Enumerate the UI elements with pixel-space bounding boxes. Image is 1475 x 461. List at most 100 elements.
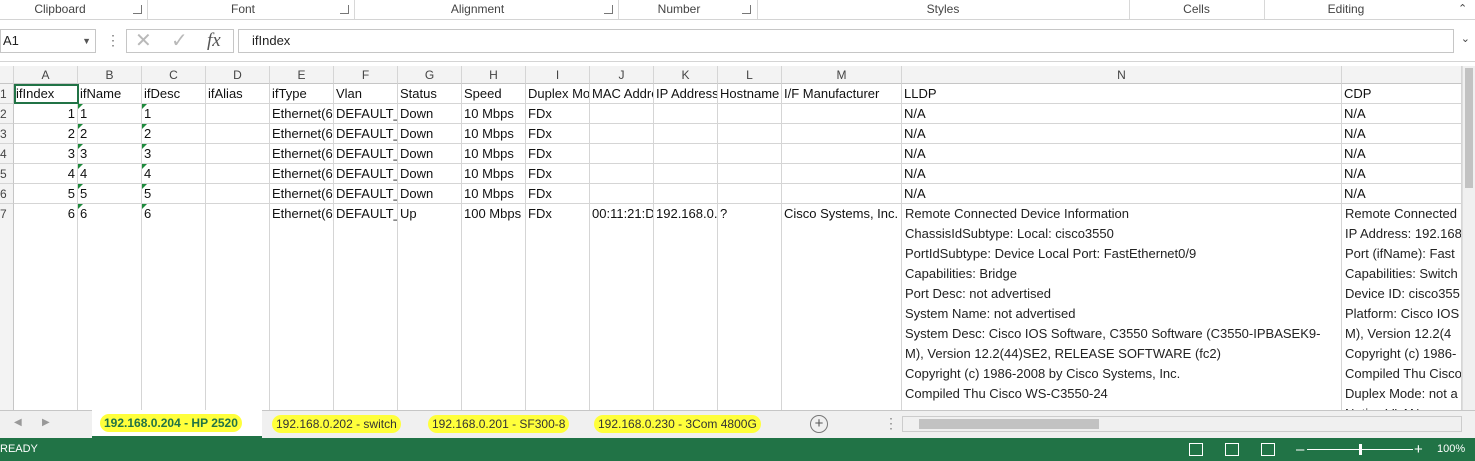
cell[interactable]: ifDesc	[142, 84, 206, 104]
cell[interactable]: Speed	[462, 84, 526, 104]
cell[interactable]: DEFAULT_VLAN	[334, 184, 398, 204]
insert-function-icon[interactable]: fx	[207, 30, 221, 52]
formula-input[interactable]: ifIndex	[238, 29, 1454, 53]
cell[interactable]: IP Address	[654, 84, 718, 104]
cell[interactable]: Ethernet(6)	[270, 104, 334, 124]
sheet-tab-4[interactable]: 192.168.0.230 - 3Com 4800G	[586, 411, 776, 438]
cell[interactable]: Ethernet(6)	[270, 184, 334, 204]
cell[interactable]: 10 Mbps	[462, 164, 526, 184]
cell[interactable]	[718, 104, 782, 124]
cell[interactable]: 6	[14, 204, 78, 410]
cell[interactable]: Down	[398, 124, 462, 144]
cell[interactable]: ifName	[78, 84, 142, 104]
cell[interactable]: DEFAULT_VLAN	[334, 204, 398, 410]
cell[interactable]	[654, 184, 718, 204]
cell[interactable]: N/A	[1342, 164, 1462, 184]
cell[interactable]: 3	[78, 144, 142, 164]
cell[interactable]	[654, 144, 718, 164]
cell[interactable]: Down	[398, 184, 462, 204]
tab-split-handle-icon[interactable]: ⋮	[884, 415, 898, 432]
cell[interactable]: Down	[398, 104, 462, 124]
row-header[interactable]: 2	[0, 104, 14, 124]
column-header-h[interactable]: H	[462, 66, 526, 84]
cell[interactable]	[654, 164, 718, 184]
cell[interactable]: DEFAULT_VLAN	[334, 124, 398, 144]
row-header[interactable]: 7	[0, 204, 14, 410]
name-box[interactable]: A1 ▼	[0, 29, 96, 53]
row-header[interactable]: 3	[0, 124, 14, 144]
cell[interactable]	[782, 164, 902, 184]
collapse-ribbon-icon[interactable]: ⌃	[1458, 2, 1467, 15]
column-header-g[interactable]: G	[398, 66, 462, 84]
sheet-tab-2[interactable]: 192.168.0.202 - switch	[264, 411, 412, 438]
cell[interactable]: N/A	[902, 184, 1342, 204]
cell[interactable]	[206, 164, 270, 184]
cell[interactable]	[782, 104, 902, 124]
cell[interactable]: 3	[142, 144, 206, 164]
cell[interactable]: Status	[398, 84, 462, 104]
cell[interactable]	[206, 184, 270, 204]
cell[interactable]: Ethernet(6)	[270, 164, 334, 184]
cell[interactable]: 10 Mbps	[462, 124, 526, 144]
cell[interactable]: 10 Mbps	[462, 144, 526, 164]
column-header-c[interactable]: C	[142, 66, 206, 84]
sheet-tab-1[interactable]: 192.168.0.204 - HP 2520	[92, 410, 262, 438]
cell[interactable]: ifAlias	[206, 84, 270, 104]
column-header-m[interactable]: M	[782, 66, 902, 84]
row-header[interactable]: 6	[0, 184, 14, 204]
zoom-in-icon[interactable]: +	[1414, 438, 1423, 461]
cell[interactable]	[206, 104, 270, 124]
column-header-d[interactable]: D	[206, 66, 270, 84]
cell[interactable]: 00:11:21:D	[590, 204, 654, 410]
cell[interactable]: N/A	[902, 144, 1342, 164]
cell[interactable]: Vlan	[334, 84, 398, 104]
sheet-tab-3[interactable]: 192.168.0.201 - SF300-8	[420, 411, 580, 438]
cell[interactable]: Ethernet(6)	[270, 204, 334, 410]
cell[interactable]: 10 Mbps	[462, 184, 526, 204]
vertical-scrollbar[interactable]	[1462, 66, 1475, 410]
cell[interactable]: 1	[142, 104, 206, 124]
vertical-scroll-thumb[interactable]	[1465, 68, 1473, 188]
cell[interactable]: N/A	[902, 164, 1342, 184]
horizontal-scrollbar[interactable]	[902, 416, 1462, 432]
cell[interactable]: N/A	[1342, 124, 1462, 144]
zoom-out-icon[interactable]: –	[1296, 438, 1304, 461]
cell[interactable]: 5	[14, 184, 78, 204]
cell[interactable]	[718, 124, 782, 144]
cell[interactable]: ifType	[270, 84, 334, 104]
cell[interactable]: CDP	[1342, 84, 1462, 104]
column-header-i[interactable]: I	[526, 66, 590, 84]
column-header-j[interactable]: J	[590, 66, 654, 84]
cell[interactable]: 4	[142, 164, 206, 184]
number-launcher-icon[interactable]	[742, 5, 751, 14]
horizontal-scroll-thumb[interactable]	[919, 419, 1099, 429]
chevron-down-icon[interactable]: ▼	[82, 30, 91, 52]
cell[interactable]: Ethernet(6)	[270, 124, 334, 144]
select-all-corner[interactable]	[0, 66, 14, 84]
row-header[interactable]: 4	[0, 144, 14, 164]
cell[interactable]: N/A	[902, 104, 1342, 124]
cell[interactable]: 4	[78, 164, 142, 184]
expand-formula-bar-icon[interactable]: ⌄	[1461, 32, 1470, 45]
font-launcher-icon[interactable]	[340, 5, 349, 14]
cell[interactable]	[718, 144, 782, 164]
cell[interactable]: 2	[142, 124, 206, 144]
cell[interactable]: N/A	[1342, 144, 1462, 164]
zoom-level[interactable]: 100%	[1437, 438, 1465, 461]
column-header-l[interactable]: L	[718, 66, 782, 84]
column-header-k[interactable]: K	[654, 66, 718, 84]
cell[interactable]: FDx	[526, 204, 590, 410]
column-header-a[interactable]: A	[14, 66, 78, 84]
cell[interactable]: FDx	[526, 184, 590, 204]
add-sheet-icon[interactable]: +	[810, 415, 828, 433]
cell[interactable]: MAC Address	[590, 84, 654, 104]
cell[interactable]: Duplex Mode	[526, 84, 590, 104]
cell[interactable]: 10 Mbps	[462, 104, 526, 124]
column-header-b[interactable]: B	[78, 66, 142, 84]
cell[interactable]: 1	[78, 104, 142, 124]
cell[interactable]	[590, 104, 654, 124]
cell[interactable]: FDx	[526, 164, 590, 184]
cell[interactable]: 2	[14, 124, 78, 144]
cell[interactable]	[590, 124, 654, 144]
cell[interactable]: ifIndex	[14, 84, 78, 104]
